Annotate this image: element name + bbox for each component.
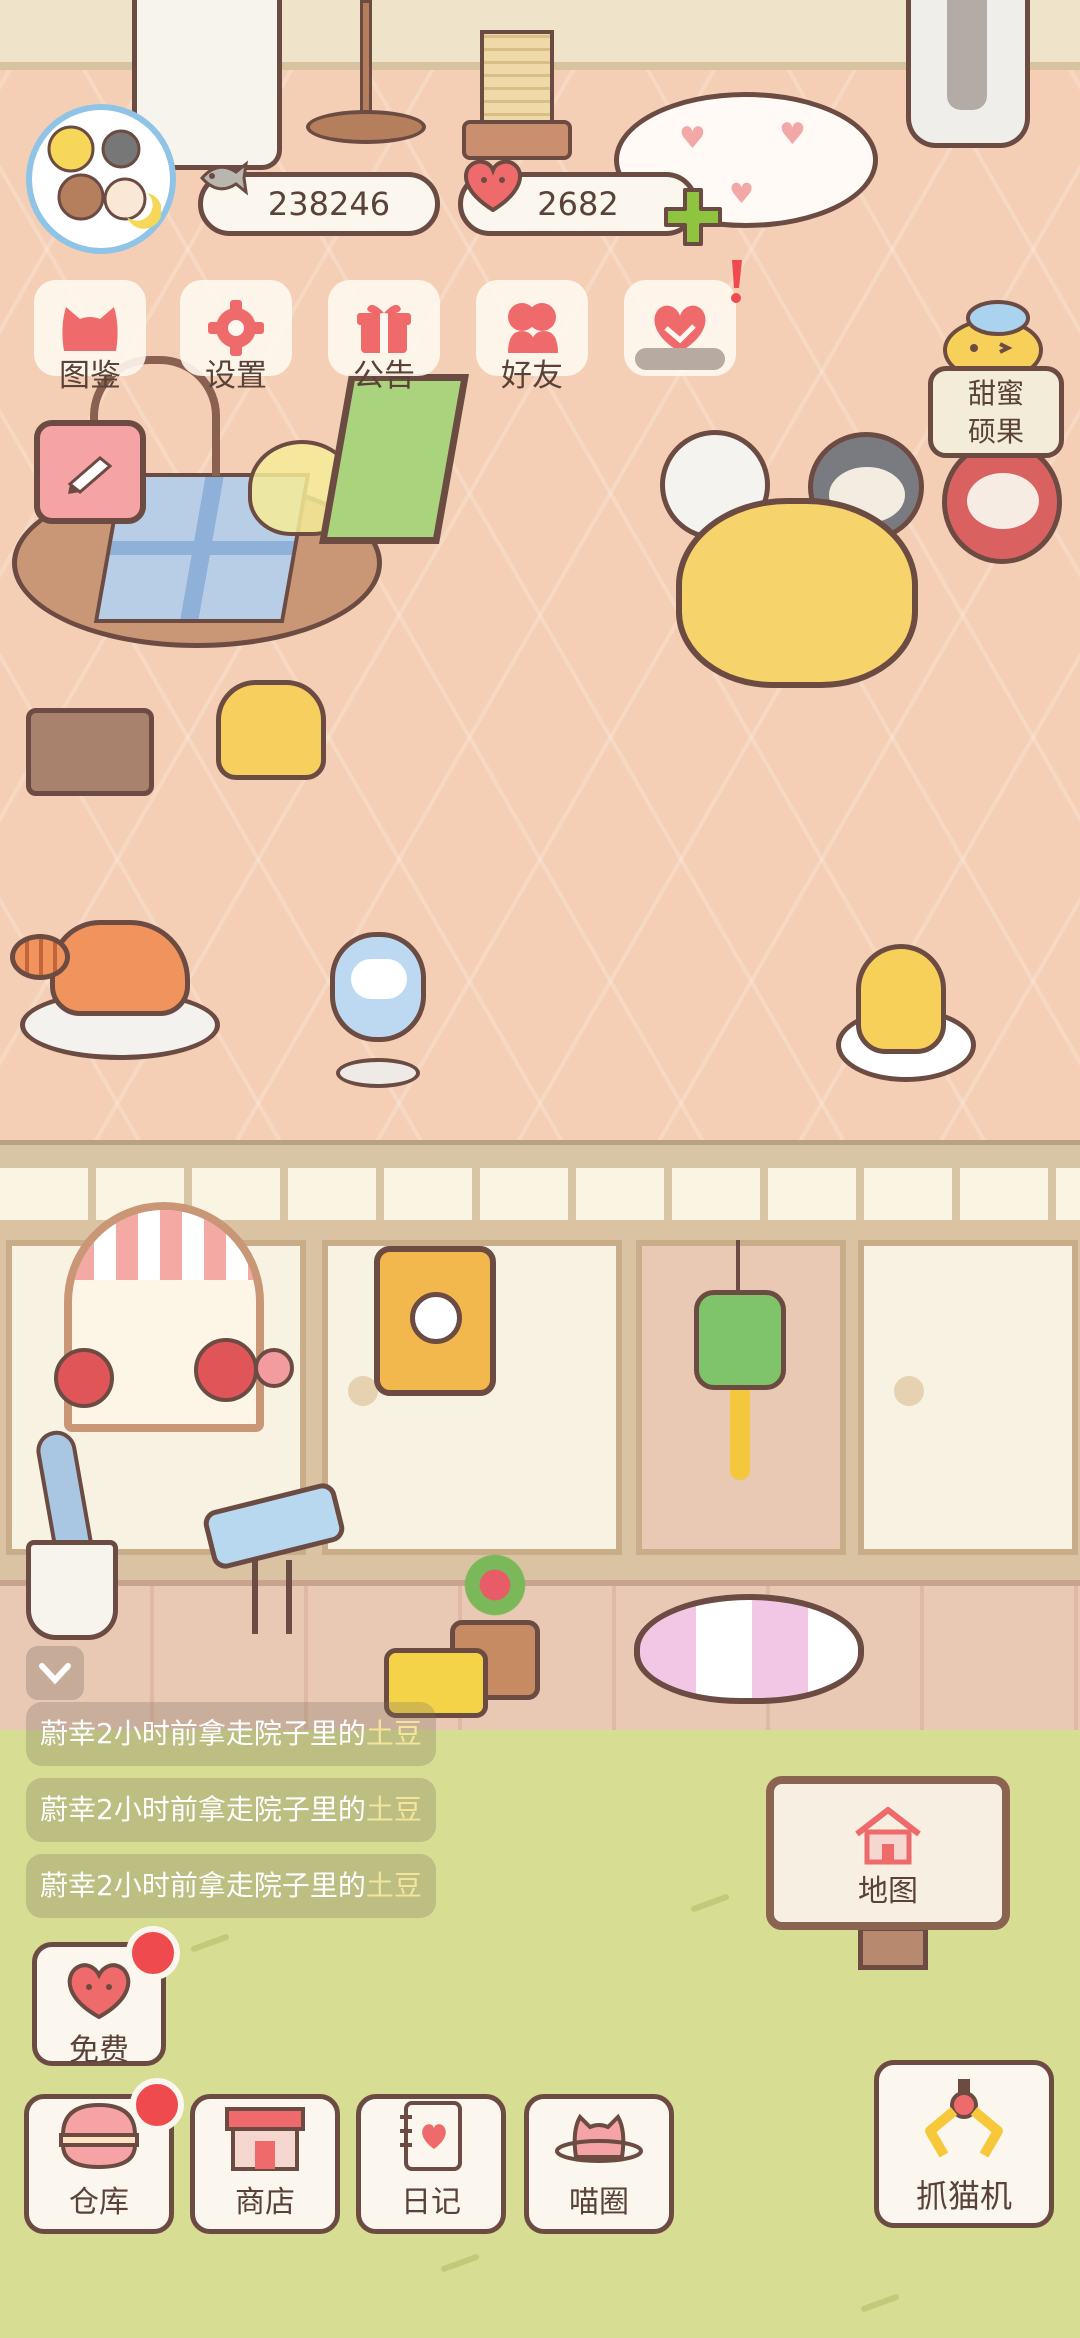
gear-icon: [208, 300, 264, 356]
notebook-heart-icon: [400, 2101, 462, 2171]
wall-camera-box[interactable]: [374, 1246, 496, 1396]
duck-wind-chime[interactable]: [694, 1240, 786, 1490]
fish-icon: [198, 158, 249, 198]
claw-icon: [925, 2079, 1003, 2158]
heart-value: 2682: [537, 185, 619, 223]
coat-rack[interactable]: [306, 0, 426, 150]
feed-message: 蔚幸2小时前拿走院子里的土豆: [26, 1702, 436, 1766]
event-label-line1: 甜蜜: [967, 377, 1024, 410]
warehouse-label: 仓库: [69, 2185, 129, 2220]
menu-collection-button[interactable]: 图鉴: [34, 280, 146, 400]
free-label: 免费: [69, 2033, 129, 2068]
claw-machine-label: 抓猫机: [915, 2177, 1012, 2215]
heart-icon: [460, 156, 526, 213]
feed-message: 蔚幸2小时前拿走院子里的土豆: [26, 1854, 436, 1918]
notification-dot: [130, 2078, 184, 2132]
robot-lamp[interactable]: [326, 904, 430, 1098]
menu-label: 设置: [205, 358, 267, 394]
heart-doormat[interactable]: [634, 1594, 864, 1704]
sweet-harvest-event-button[interactable]: 甜蜜 硕果: [928, 366, 1064, 458]
feed-collapse-button[interactable]: [26, 1646, 84, 1700]
plus-icon: [664, 188, 722, 246]
telescope[interactable]: [196, 1480, 348, 1640]
player-avatar[interactable]: [26, 104, 176, 254]
menu-activity-button[interactable]: [624, 280, 736, 400]
menu-label: 图鉴: [59, 358, 121, 394]
red-daruma-cat[interactable]: [942, 440, 1062, 564]
cat-head-icon: [62, 307, 118, 351]
sign-post: [858, 1926, 928, 1970]
friends-icon: [508, 303, 558, 353]
event-label-line2: 硕果: [967, 415, 1024, 448]
shop-label: 商店: [235, 2185, 295, 2220]
gift-icon: [357, 304, 411, 353]
diary-label: 日记: [401, 2185, 461, 2220]
yellow-beanbag[interactable]: [676, 498, 918, 688]
meow-circle-label: 喵圈: [569, 2185, 629, 2220]
wall-rail: [0, 1140, 1080, 1168]
storefront-icon: [225, 2107, 305, 2171]
yellow-stool[interactable]: [216, 680, 326, 780]
menu-settings-button[interactable]: 设置: [180, 280, 292, 400]
cat-planet-icon: [555, 2113, 643, 2163]
umbrella-stand[interactable]: [26, 1427, 118, 1650]
exclamation-badge-icon: [726, 258, 746, 304]
meow-circle-button[interactable]: 喵圈: [524, 2094, 674, 2234]
heart-gift-icon: [67, 1963, 131, 2019]
flower-box[interactable]: [44, 1328, 294, 1428]
add-hearts-button[interactable]: [662, 186, 724, 248]
menu-label: 公告: [353, 358, 415, 394]
shoji-panel: [858, 1240, 1078, 1555]
chevron-down-icon: [39, 1663, 71, 1685]
menu-notice-button[interactable]: 公告: [328, 280, 440, 400]
calendar-edit-icon[interactable]: [34, 420, 146, 524]
diary-button[interactable]: 日记: [356, 2094, 506, 2234]
feed-message: 蔚幸2小时前拿走院子里的土豆: [26, 1778, 436, 1842]
menu-label: 好友: [501, 358, 563, 394]
fish-coin-value: 238246: [267, 185, 391, 223]
burger-storage-icon: [59, 2102, 139, 2170]
duck-on-float[interactable]: [830, 944, 980, 1088]
claw-machine-button[interactable]: 抓猫机: [874, 2060, 1054, 2228]
map-label: 地图: [858, 1874, 918, 1909]
red-panda-cart[interactable]: [10, 920, 220, 1080]
notification-dot: [126, 1926, 180, 1980]
shop-button[interactable]: 商店: [190, 2094, 340, 2234]
air-purifier[interactable]: [906, 0, 1030, 148]
menu-activity-bar: [635, 348, 725, 370]
cat-scratch-post[interactable]: [462, 0, 572, 160]
wooden-stool[interactable]: [26, 708, 154, 796]
menu-friends-button[interactable]: 好友: [476, 280, 588, 400]
house-icon: [855, 1807, 921, 1865]
map-button[interactable]: 地图: [766, 1776, 1010, 1930]
avatar-collage-icon: [47, 125, 161, 229]
